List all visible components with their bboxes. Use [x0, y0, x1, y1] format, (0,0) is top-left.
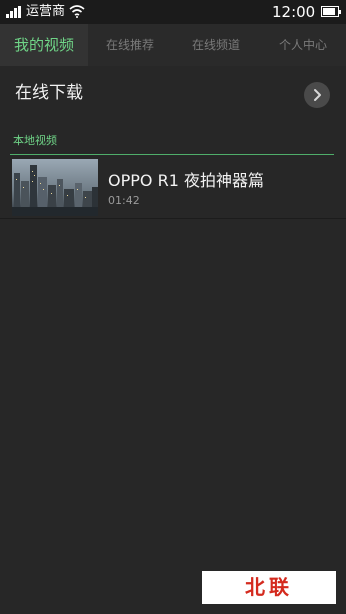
- video-duration: 01:42: [108, 194, 140, 207]
- battery-level-fill: [323, 8, 335, 15]
- section-divider: [10, 154, 334, 155]
- video-app-screen: 运营商 12:00 我的视频 在线推荐 在线频道 个人中心 在线下载 本地视频: [0, 0, 346, 614]
- video-list-item[interactable]: OPPO R1 夜拍神器篇 01:42: [0, 156, 346, 218]
- video-thumbnail: [12, 159, 98, 216]
- video-title: OPPO R1 夜拍神器篇: [108, 171, 264, 190]
- tab-online-recommend[interactable]: 在线推荐: [88, 24, 172, 66]
- carrier-name: 运营商: [26, 4, 66, 19]
- battery-icon: [321, 6, 341, 17]
- status-time: 12:00: [272, 3, 316, 21]
- tab-online-channels[interactable]: 在线频道: [172, 24, 260, 66]
- chevron-right-icon: [314, 89, 321, 101]
- online-download-row[interactable]: 在线下载: [0, 68, 346, 120]
- online-download-label: 在线下载: [15, 83, 83, 103]
- wifi-icon: [69, 5, 85, 18]
- tab-my-videos[interactable]: 我的视频: [0, 24, 88, 66]
- watermark-logo: 北联: [202, 571, 336, 604]
- signal-strength-icon: [6, 6, 22, 18]
- status-bar: 运营商 12:00: [0, 0, 346, 24]
- tab-personal-center[interactable]: 个人中心: [260, 24, 346, 66]
- local-videos-section-title: 本地视频: [13, 134, 57, 147]
- tab-bar: 我的视频 在线推荐 在线频道 个人中心: [0, 24, 346, 66]
- online-download-button[interactable]: [304, 82, 330, 108]
- item-divider: [0, 218, 346, 219]
